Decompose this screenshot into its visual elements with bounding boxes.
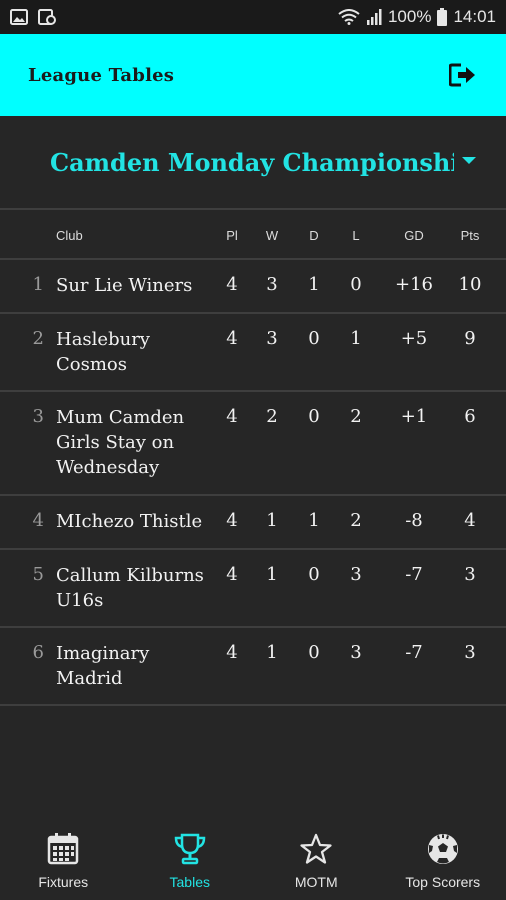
row-played: 4 bbox=[226, 406, 238, 427]
row-points: 6 bbox=[464, 406, 476, 427]
row-drawn: 0 bbox=[308, 642, 320, 663]
nav-motm[interactable]: MOTM bbox=[253, 820, 380, 900]
row-lost: 3 bbox=[350, 564, 362, 585]
table-row[interactable]: 1 Sur Lie Winers 4 3 1 0 +16 10 bbox=[0, 260, 506, 314]
header-club: Club bbox=[56, 228, 83, 243]
row-rank: 2 bbox=[32, 328, 44, 349]
table-row[interactable]: 3 Mum Camden Girls Stay on Wednesday 4 2… bbox=[0, 392, 506, 496]
row-won: 3 bbox=[266, 274, 278, 295]
row-rank: 6 bbox=[32, 642, 44, 663]
header-played: Pl bbox=[226, 228, 238, 243]
row-goal-difference: +1 bbox=[400, 406, 428, 427]
row-won: 1 bbox=[266, 564, 278, 585]
page-title: League Tables bbox=[28, 64, 175, 86]
table-row[interactable]: 4 MIchezo Thistle 4 1 1 2 -8 4 bbox=[0, 496, 506, 550]
row-points: 9 bbox=[464, 328, 476, 349]
wifi-icon bbox=[338, 9, 360, 25]
row-goal-difference: +5 bbox=[400, 328, 428, 349]
row-lost: 1 bbox=[350, 328, 362, 349]
row-played: 4 bbox=[226, 274, 238, 295]
row-drawn: 0 bbox=[308, 328, 320, 349]
row-club: Imaginary Madrid bbox=[56, 643, 150, 689]
bottom-nav: Fixtures Tables MOTM Top Scorers bbox=[0, 820, 506, 900]
row-club: Callum Kilburns U16s bbox=[56, 565, 204, 611]
row-played: 4 bbox=[226, 642, 238, 663]
table-row[interactable]: 6 Imaginary Madrid 4 1 0 3 -7 3 bbox=[0, 628, 506, 706]
row-played: 4 bbox=[226, 510, 238, 531]
row-points: 3 bbox=[464, 564, 476, 585]
row-points: 10 bbox=[458, 274, 482, 295]
row-won: 3 bbox=[266, 328, 278, 349]
trophy-icon bbox=[174, 833, 206, 865]
table-header: Club Pl W D L GD Pts bbox=[0, 208, 506, 260]
row-points: 4 bbox=[464, 510, 476, 531]
row-drawn: 0 bbox=[308, 406, 320, 427]
header-goal-difference: GD bbox=[404, 228, 424, 243]
header-points: Pts bbox=[460, 228, 480, 243]
calendar-icon bbox=[48, 833, 79, 865]
signal-icon bbox=[366, 9, 382, 25]
nav-tables[interactable]: Tables bbox=[127, 820, 254, 900]
dropdown-arrow-icon bbox=[462, 156, 476, 164]
league-name: Camden Monday Championship bbox=[50, 147, 454, 177]
row-played: 4 bbox=[226, 564, 238, 585]
app-bar: League Tables bbox=[0, 34, 506, 116]
table-row[interactable]: 2 Haslebury Cosmos 4 3 0 1 +5 9 bbox=[0, 314, 506, 392]
settings-notification-icon bbox=[38, 9, 56, 25]
row-won: 2 bbox=[266, 406, 278, 427]
row-won: 1 bbox=[266, 642, 278, 663]
row-points: 3 bbox=[464, 642, 476, 663]
league-selector[interactable]: Camden Monday Championship bbox=[0, 116, 506, 208]
nav-top-scorers-label: Top Scorers bbox=[405, 874, 481, 890]
nav-motm-label: MOTM bbox=[294, 874, 338, 890]
header-lost: L bbox=[352, 228, 360, 243]
clock: 14:01 bbox=[453, 7, 496, 26]
row-rank: 5 bbox=[32, 564, 44, 585]
logout-icon bbox=[449, 63, 475, 87]
table-row[interactable]: 5 Callum Kilburns U16s 4 1 0 3 -7 3 bbox=[0, 550, 506, 628]
nav-tables-label: Tables bbox=[169, 874, 210, 890]
row-goal-difference: -7 bbox=[405, 642, 423, 663]
row-lost: 0 bbox=[350, 274, 362, 295]
battery-icon bbox=[437, 8, 448, 26]
nav-fixtures[interactable]: Fixtures bbox=[0, 820, 127, 900]
status-bar: 100% 14:01 bbox=[0, 0, 506, 34]
row-club: Mum Camden Girls Stay on Wednesday bbox=[56, 407, 185, 478]
image-notification-icon bbox=[10, 9, 28, 25]
star-icon bbox=[300, 833, 332, 864]
battery-percent: 100% bbox=[387, 7, 432, 26]
row-lost: 2 bbox=[350, 406, 362, 427]
header-won: W bbox=[265, 228, 279, 243]
row-goal-difference: +16 bbox=[395, 274, 433, 295]
row-rank: 4 bbox=[32, 510, 44, 531]
row-goal-difference: -8 bbox=[405, 510, 423, 531]
row-drawn: 1 bbox=[308, 510, 320, 531]
row-rank: 1 bbox=[32, 274, 44, 295]
logout-button[interactable] bbox=[448, 60, 478, 90]
row-club: Sur Lie Winers bbox=[56, 275, 193, 296]
soccer-ball-icon bbox=[427, 834, 458, 864]
header-drawn: D bbox=[309, 228, 319, 243]
row-club: Haslebury Cosmos bbox=[56, 329, 150, 375]
nav-fixtures-label: Fixtures bbox=[38, 874, 89, 890]
row-club: MIchezo Thistle bbox=[56, 511, 203, 532]
nav-top-scorers[interactable]: Top Scorers bbox=[380, 820, 506, 900]
row-played: 4 bbox=[226, 328, 238, 349]
row-won: 1 bbox=[266, 510, 278, 531]
row-drawn: 0 bbox=[308, 564, 320, 585]
row-rank: 3 bbox=[32, 406, 44, 427]
row-lost: 2 bbox=[350, 510, 362, 531]
row-drawn: 1 bbox=[308, 274, 320, 295]
league-table: Club Pl W D L GD Pts 1 Sur Lie Winers 4 … bbox=[0, 208, 506, 706]
row-lost: 3 bbox=[350, 642, 362, 663]
row-goal-difference: -7 bbox=[405, 564, 423, 585]
